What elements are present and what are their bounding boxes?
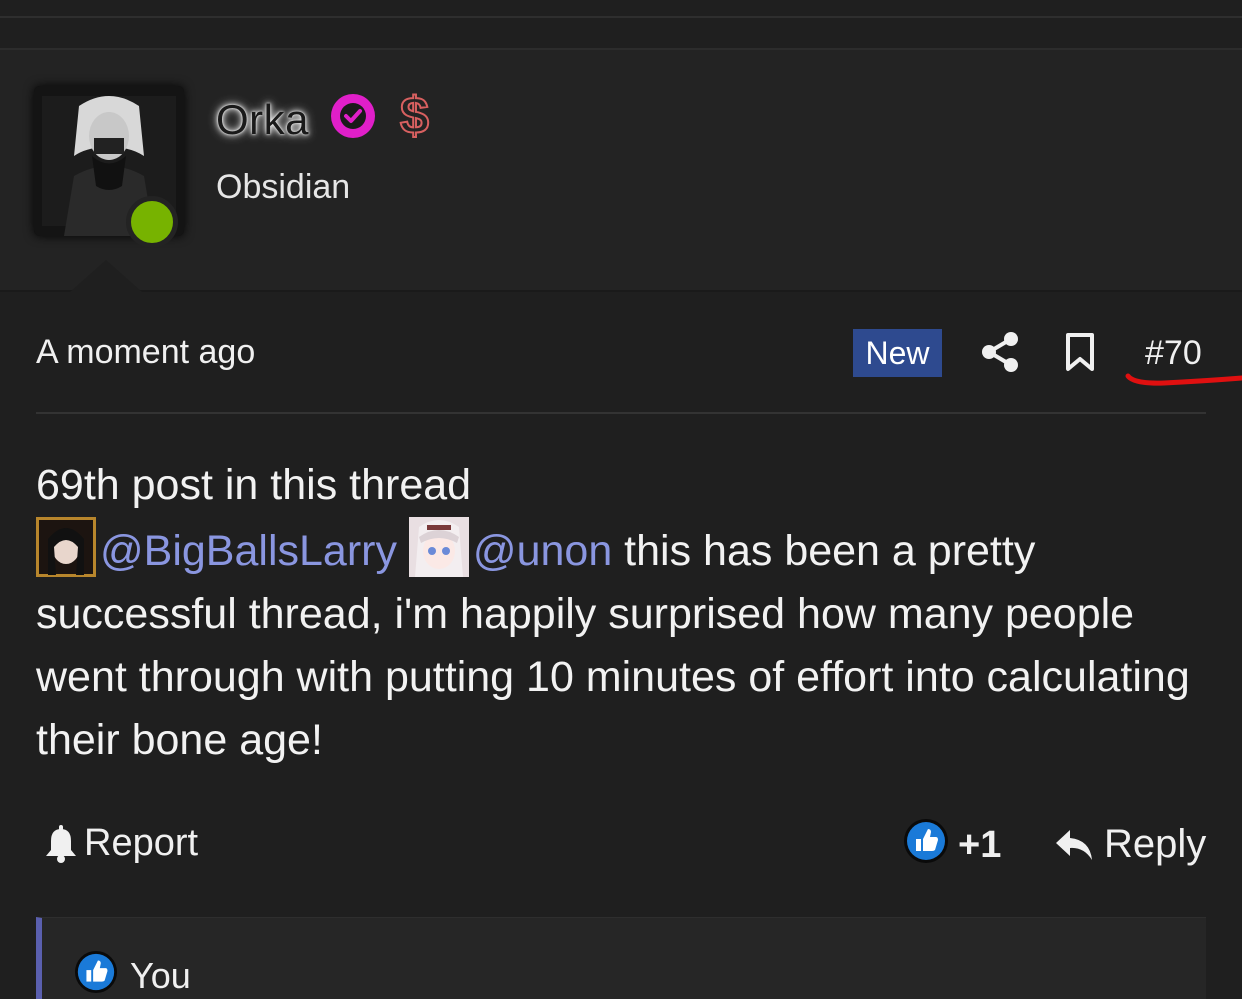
reply-label: Reply — [1104, 822, 1207, 866]
post-body: 69th post in this thread @BigBallsLarry … — [36, 454, 1216, 772]
like-icon — [74, 950, 118, 994]
verified-icon — [331, 94, 375, 138]
new-badge: New — [853, 329, 942, 377]
meta-separator — [36, 412, 1206, 414]
post-first-line: 69th post in this thread — [36, 461, 472, 509]
report-button[interactable]: Report — [44, 822, 198, 865]
reply-icon — [1056, 829, 1092, 860]
like-count[interactable]: +1 — [958, 824, 1001, 867]
annotation-underline — [1125, 373, 1242, 386]
post-timestamp[interactable]: A moment ago — [36, 333, 255, 372]
mention-link-biggballslarry[interactable]: @BigBallsLarry — [100, 527, 397, 575]
online-status-indicator — [126, 196, 178, 248]
reactions-summary[interactable] — [36, 917, 1206, 999]
reactions-label[interactable]: You — [130, 955, 191, 997]
share-icon[interactable] — [980, 331, 1020, 373]
mention-avatar-biggballslarry[interactable] — [36, 517, 96, 577]
post-paragraph: @BigBallsLarry @unon this has been a pre… — [36, 517, 1216, 772]
post-user-header — [0, 50, 1242, 292]
mention-avatar-unon[interactable] — [408, 517, 469, 577]
dollar-icon: $ — [399, 86, 430, 146]
bell-icon — [46, 824, 76, 863]
like-icon[interactable] — [903, 818, 949, 864]
bookmark-icon[interactable] — [1064, 332, 1096, 372]
report-label: Report — [84, 822, 199, 864]
header-separator — [0, 290, 1242, 292]
user-title: Obsidian — [216, 168, 351, 206]
mention-link-unon[interactable]: @unon — [473, 527, 612, 575]
reply-button[interactable]: Reply — [1054, 822, 1206, 867]
top-divider — [0, 16, 1242, 18]
header-pointer — [70, 260, 142, 292]
username[interactable]: Orka — [216, 96, 309, 144]
